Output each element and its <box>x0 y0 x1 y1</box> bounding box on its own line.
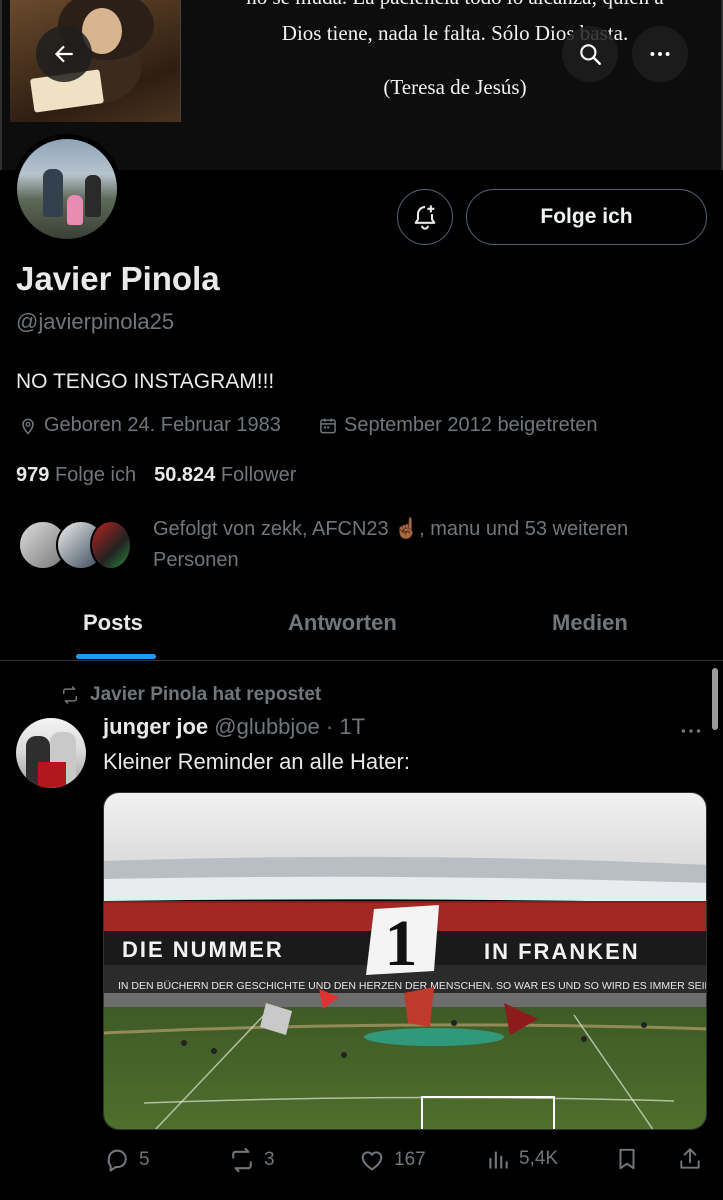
join-date-text: September 2012 beigetreten <box>344 414 598 436</box>
more-button[interactable] <box>632 26 688 82</box>
more-icon <box>681 729 701 733</box>
notifications-button[interactable] <box>397 189 453 245</box>
post-time[interactable]: · 1T <box>326 714 365 739</box>
like-icon <box>361 1151 383 1171</box>
post-author-name[interactable]: junger joe <box>103 714 208 739</box>
tab-medien[interactable]: Medien <box>552 610 628 636</box>
more-icon <box>650 52 670 56</box>
bookmark-icon <box>619 1148 635 1170</box>
followed-by-avatars[interactable] <box>18 520 132 572</box>
back-arrow-icon <box>54 45 73 63</box>
following-link[interactable]: 979 Folge ich <box>16 464 136 486</box>
followers-label: Follower <box>220 464 297 486</box>
post-actions: 5 3 167 5,4K <box>103 1146 707 1176</box>
repost-label: Javier Pinola hat repostet <box>90 684 322 705</box>
calendar-icon <box>320 418 336 433</box>
post-more-button[interactable] <box>678 718 704 749</box>
stadium-photo: 1 DIE NUMMER IN FRANKEN IN DEN BÜCHERN D… <box>104 793 707 1129</box>
location-icon <box>22 418 34 435</box>
search-icon <box>580 44 601 65</box>
following-button[interactable]: Folge ich <box>466 189 707 245</box>
bookmark-button[interactable] <box>614 1146 640 1172</box>
followers-count: 50.824 <box>154 464 216 486</box>
post-image[interactable]: 1 DIE NUMMER IN FRANKEN IN DEN BÜCHERN D… <box>103 792 707 1130</box>
post-author-handle[interactable]: @glubbjoe <box>214 714 320 739</box>
banner-text-1: DIE NUMMER <box>122 937 284 962</box>
following-label: Folge ich <box>54 464 137 486</box>
post-header: junger joe @glubbjoe · 1T <box>103 714 365 740</box>
display-name: Javier Pinola <box>16 260 220 297</box>
scrollbar[interactable] <box>712 668 718 730</box>
follow-stats: 979 Folge ich 50.824 Follower <box>16 464 296 487</box>
profile-bio: NO TENGO INSTAGRAM!!! <box>16 370 275 393</box>
join-date: September 2012 beigetreten <box>318 414 598 437</box>
share-button[interactable] <box>677 1146 703 1172</box>
views-button[interactable]: 5,4K <box>485 1146 558 1172</box>
active-tab-indicator <box>76 654 156 659</box>
banner-text-2: IN FRANKEN <box>484 939 640 964</box>
like-button[interactable]: 167 <box>358 1146 426 1174</box>
share-icon <box>680 1148 700 1169</box>
banner-text-3: IN DEN BÜCHERN DER GESCHICHTE UND DEN HE… <box>118 980 707 992</box>
repost-indicator[interactable]: Javier Pinola hat repostet <box>60 684 321 706</box>
like-count: 167 <box>394 1149 426 1170</box>
repost-icon <box>63 686 77 704</box>
banner-number: 1 <box>385 907 418 980</box>
search-button[interactable] <box>562 26 618 82</box>
profile-tabs: Posts Antworten Medien <box>0 598 723 661</box>
avatar <box>90 520 132 570</box>
tab-antworten[interactable]: Antworten <box>288 610 397 636</box>
followers-link[interactable]: 50.824 Follower <box>154 464 296 486</box>
repost-count: 3 <box>264 1149 275 1170</box>
reply-button[interactable]: 5 <box>103 1146 150 1174</box>
back-button[interactable] <box>36 26 92 82</box>
tab-posts[interactable]: Posts <box>83 610 143 636</box>
repost-icon <box>232 1147 252 1173</box>
user-handle: @javierpinola25 <box>16 309 175 334</box>
repost-button[interactable]: 3 <box>228 1146 275 1174</box>
post-author-avatar[interactable] <box>16 718 86 788</box>
profile-avatar[interactable] <box>12 134 122 244</box>
profile-banner[interactable]: no se muda. La paciencia todo lo alcanza… <box>0 0 723 170</box>
views-count: 5,4K <box>519 1148 559 1169</box>
reply-icon <box>107 1149 127 1172</box>
birth-date-text: Geboren 24. Februar 1983 <box>44 414 281 436</box>
followed-by-text[interactable]: Gefolgt von zekk, AFCN23 ☝🏾, manu und 53… <box>153 514 693 576</box>
post-text: Kleiner Reminder an alle Hater: <box>103 749 410 774</box>
birth-date: Geboren 24. Februar 1983 <box>18 414 281 437</box>
views-icon <box>489 1151 508 1169</box>
reply-count: 5 <box>139 1149 150 1170</box>
bell-plus-icon <box>414 205 436 230</box>
following-count: 979 <box>16 464 50 486</box>
